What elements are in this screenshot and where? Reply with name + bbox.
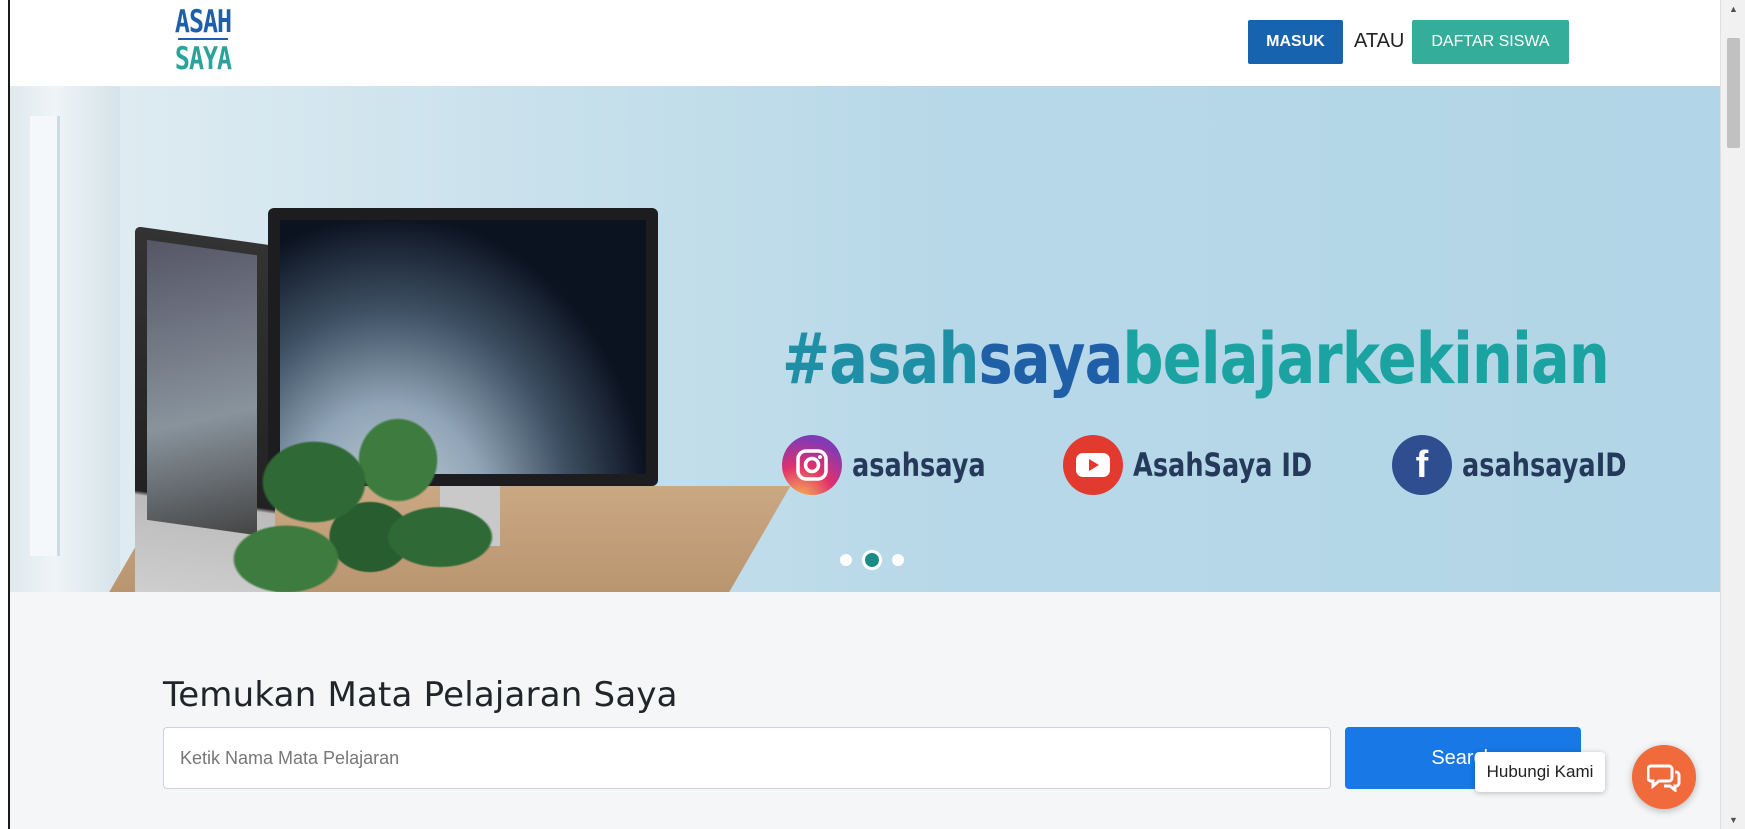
carousel-dot-3[interactable]: [892, 554, 904, 566]
logo-line-1: ASAH: [174, 3, 232, 40]
vertical-scrollbar[interactable]: ▲ ▼: [1720, 0, 1745, 829]
banner-photo-plant: [230, 416, 510, 592]
brand-logo[interactable]: ASAH SAYA: [173, 3, 233, 77]
register-student-button[interactable]: DAFTAR SISWA: [1412, 20, 1569, 64]
chat-widget-button[interactable]: [1632, 745, 1696, 809]
facebook-icon: f: [1392, 435, 1452, 495]
search-section-title: Temukan Mata Pelajaran Saya: [163, 675, 678, 715]
scroll-up-arrow-icon[interactable]: ▲: [1721, 0, 1745, 18]
youtube-icon: [1063, 435, 1123, 495]
subject-search-input[interactable]: [163, 727, 1331, 789]
social-youtube-label: AsahSaya ID: [1133, 446, 1313, 484]
social-facebook: f asahsayaID: [1392, 434, 1668, 496]
carousel-dot-2-active[interactable]: [862, 550, 882, 570]
hashtag-part-2: saya: [978, 318, 1123, 400]
social-instagram-label: asahsaya: [852, 446, 986, 484]
hero-hashtag: #asahsayabelajarkekinian: [782, 324, 1610, 394]
hashtag-part-1: #asah: [782, 318, 979, 400]
login-button[interactable]: MASUK: [1248, 20, 1343, 64]
hashtag-part-3: belajarkekinian: [1122, 318, 1610, 400]
hero-banner-carousel[interactable]: #asahsayabelajarkekinian asahsaya AsahSa…: [10, 86, 1720, 592]
social-youtube: AsahSaya ID: [1063, 434, 1357, 496]
scroll-down-arrow-icon[interactable]: ▼: [1721, 811, 1745, 829]
or-text: ATAU: [1354, 30, 1405, 52]
instagram-icon: [782, 435, 842, 495]
top-navbar: ASAH SAYA MASUK ATAU DAFTAR SISWA: [10, 0, 1720, 86]
banner-photo-window: [10, 86, 120, 592]
social-instagram: asahsaya: [782, 434, 1019, 496]
scrollbar-thumb[interactable]: [1727, 38, 1740, 148]
chat-bubbles-icon: [1647, 764, 1681, 792]
contact-us-tooltip[interactable]: Hubungi Kami: [1475, 752, 1605, 792]
page: ASAH SAYA MASUK ATAU DAFTAR SISWA #asahs…: [0, 0, 1745, 829]
window-left-border: [0, 0, 10, 829]
carousel-indicators: [840, 550, 904, 570]
carousel-dot-1[interactable]: [840, 554, 852, 566]
search-section: Temukan Mata Pelajaran Saya Search: [10, 592, 1720, 829]
logo-line-2: SAYA: [174, 40, 232, 77]
social-facebook-label: asahsayaID: [1462, 446, 1627, 484]
